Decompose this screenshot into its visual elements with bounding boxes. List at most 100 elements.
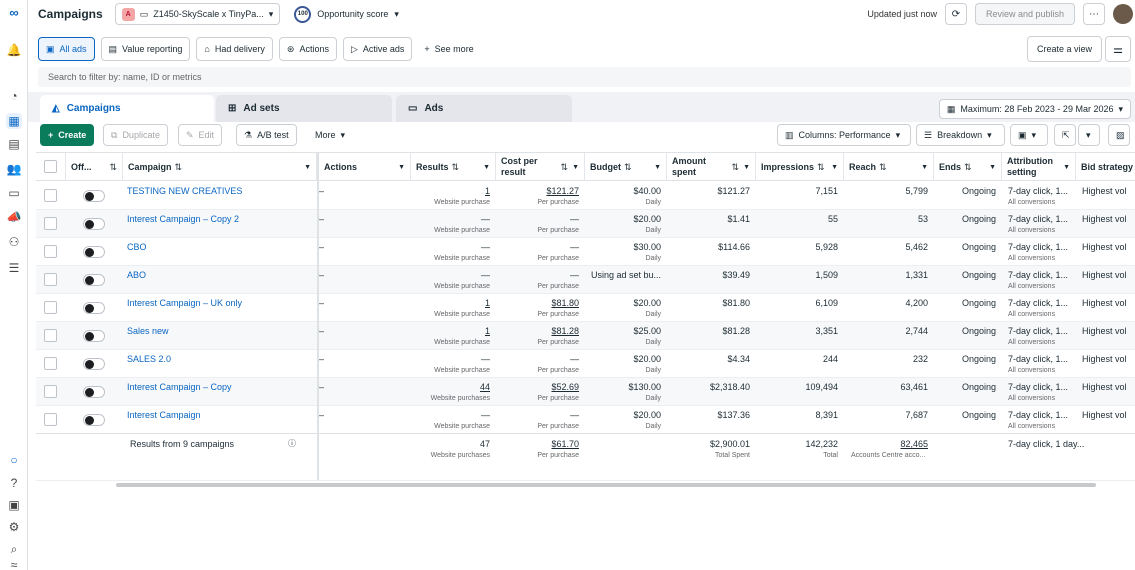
ab-test-button[interactable]: ⚗ A/B test (236, 124, 297, 146)
opportunity-score[interactable]: 100 Opportunity score ▾ (294, 5, 399, 23)
summary-cpr-value[interactable]: $61.70 (551, 439, 579, 449)
sort-icon[interactable]: ⇅ (879, 162, 887, 173)
on-off-toggle[interactable] (83, 330, 105, 342)
on-off-toggle[interactable] (83, 358, 105, 370)
chevron-down-icon[interactable]: ▼ (304, 164, 311, 171)
export-button[interactable]: ⇱ (1054, 124, 1076, 146)
menu-icon[interactable]: ☰ (6, 260, 22, 276)
campaign-name-link[interactable]: Interest Campaign – Copy (127, 382, 232, 392)
filter-settings-button[interactable]: ⚌ (1105, 36, 1131, 62)
sort-icon[interactable]: ⇅ (452, 162, 460, 173)
row-checkbox[interactable] (44, 301, 57, 314)
news-icon[interactable]: ▣ (6, 497, 22, 513)
budget-cell[interactable]: $20.00 Daily (585, 406, 667, 434)
campaign-name-link[interactable]: SALES 2.0 (127, 354, 171, 364)
horizontal-scrollbar[interactable] (116, 483, 1096, 487)
edit-button[interactable]: ✎ Edit (178, 124, 223, 146)
col-amount-spent[interactable]: Amount spent ⇅ ▼ (667, 153, 756, 181)
row-checkbox[interactable] (44, 329, 57, 342)
col-reach[interactable]: Reach ⇅ ▼ (844, 153, 934, 181)
filter-actions[interactable]: ⊛ Actions (278, 37, 337, 61)
table-row[interactable]: Interest Campaign – — Website purchase — Per … (36, 406, 1135, 434)
budget-cell[interactable]: $25.00 Daily (585, 322, 667, 350)
col-campaign[interactable]: Campaign ⇅ ▼ (123, 153, 317, 181)
row-checkbox[interactable] (44, 217, 57, 230)
budget-cell[interactable]: Using ad set bu... (585, 266, 667, 294)
audiences-icon[interactable]: 👥 (6, 161, 22, 177)
chevron-down-icon[interactable]: ▼ (743, 164, 750, 171)
row-checkbox[interactable] (44, 245, 57, 258)
sort-icon[interactable]: ⇅ (732, 162, 740, 173)
budget-cell[interactable]: $40.00 Daily (585, 182, 667, 210)
create-button[interactable]: + Create (40, 124, 95, 146)
chevron-down-icon[interactable]: ▼ (989, 164, 996, 171)
on-off-toggle[interactable] (83, 302, 105, 314)
billing-icon[interactable]: ▭ (6, 185, 22, 201)
campaign-name-link[interactable]: Interest Campaign (127, 410, 201, 420)
col-cost-per-result[interactable]: Cost per result ⇅ ▼ (496, 153, 585, 181)
chevron-down-icon[interactable]: ▼ (831, 164, 838, 171)
date-range-picker[interactable]: ▦ Maximum: 28 Feb 2023 - 29 Mar 2026 ▾ (938, 99, 1131, 119)
business-icon[interactable]: ⚇ (6, 234, 22, 250)
select-all-checkbox[interactable] (44, 160, 57, 173)
budget-cell[interactable]: $20.00 Daily (585, 210, 667, 238)
col-actions[interactable]: Actions ▼ (319, 153, 411, 181)
search-icon[interactable]: ⌕ (6, 541, 22, 557)
more-options-button[interactable]: ⋯ (1083, 3, 1105, 25)
review-publish-button[interactable]: Review and publish (974, 3, 1075, 25)
duplicate-button[interactable]: ⧉ Duplicate (103, 124, 168, 146)
campaign-name-link[interactable]: Interest Campaign – Copy 2 (127, 214, 239, 224)
sort-icon[interactable]: ⇅ (624, 162, 632, 173)
campaign-name-link[interactable]: Sales new (127, 326, 169, 336)
reports-button[interactable]: ▣ ▾ (1010, 124, 1048, 146)
help-icon[interactable]: ? (6, 475, 22, 491)
chevron-down-icon[interactable]: ▼ (572, 164, 579, 171)
col-off-on[interactable]: Off... ⇅ (66, 153, 123, 181)
dashboard-icon[interactable]: ◔ (6, 88, 22, 104)
on-off-toggle[interactable] (83, 386, 105, 398)
table-row[interactable]: ABO – — Website purchase — Per purchase Using … (36, 266, 1135, 294)
more-button[interactable]: More ▾ (308, 124, 353, 146)
tab-ads[interactable]: ▭ Ads (396, 95, 572, 122)
sort-icon[interactable]: ⇅ (817, 162, 825, 173)
chevron-down-icon[interactable]: ▼ (398, 164, 405, 171)
col-ends[interactable]: Ends ⇅ ▼ (934, 153, 1002, 181)
sort-icon[interactable]: ⇅ (964, 162, 972, 173)
campaign-name-link[interactable]: CBO (127, 242, 147, 252)
budget-cell[interactable]: $130.00 Daily (585, 378, 667, 406)
settings-icon[interactable]: ⚙ (6, 519, 22, 535)
table-row[interactable]: Interest Campaign – UK only – 1 Website pur… (36, 294, 1135, 322)
chevron-down-icon[interactable]: ▼ (921, 164, 928, 171)
user-avatar[interactable] (1113, 4, 1133, 24)
row-checkbox[interactable] (44, 357, 57, 370)
sort-icon[interactable]: ⇅ (109, 162, 117, 173)
filter-all-ads[interactable]: ▣ All ads (38, 37, 95, 61)
columns-button[interactable]: ▥ Columns: Performance ▾ (777, 124, 911, 146)
meta-ai-icon[interactable]: ○ (6, 452, 22, 468)
chevron-down-icon[interactable]: ▼ (654, 164, 661, 171)
table-row[interactable]: Interest Campaign – Copy 2 – — Website purc… (36, 210, 1135, 238)
on-off-toggle[interactable] (83, 414, 105, 426)
table-row[interactable]: Interest Campaign – Copy – 44 Website purch… (36, 378, 1135, 406)
row-checkbox[interactable] (44, 273, 57, 286)
notifications-icon[interactable]: 🔔 (6, 42, 22, 58)
chevron-down-icon[interactable]: ▼ (1063, 164, 1070, 171)
collapse-icon[interactable]: ≈ (6, 558, 22, 570)
campaign-name-link[interactable]: Interest Campaign – UK only (127, 298, 242, 308)
col-attribution-setting[interactable]: Attribution setting ▼ (1002, 153, 1076, 181)
breakdown-button[interactable]: ☰ Breakdown ▾ (916, 124, 1005, 146)
filter-value-reporting[interactable]: ▤ Value reporting (100, 37, 191, 61)
budget-cell[interactable]: $20.00 Daily (585, 294, 667, 322)
select-all-checkbox-cell[interactable] (36, 153, 66, 181)
on-off-toggle[interactable] (83, 218, 105, 230)
table-row[interactable]: Sales new – 1 Website purchase $81.28 Per pur… (36, 322, 1135, 350)
see-more-button[interactable]: + See more (418, 44, 479, 54)
tab-ad-sets[interactable]: ⊞ Ad sets (216, 95, 392, 122)
create-view-button[interactable]: Create a view (1026, 36, 1102, 62)
tab-campaigns[interactable]: ◭ Campaigns (40, 95, 214, 122)
col-results[interactable]: Results ⇅ ▼ (411, 153, 496, 181)
budget-cell[interactable]: $20.00 Daily (585, 350, 667, 378)
sort-icon[interactable]: ⇅ (561, 162, 569, 173)
refresh-button[interactable]: ⟳ (944, 3, 967, 25)
filter-active-ads[interactable]: ▷ Active ads (342, 37, 413, 61)
